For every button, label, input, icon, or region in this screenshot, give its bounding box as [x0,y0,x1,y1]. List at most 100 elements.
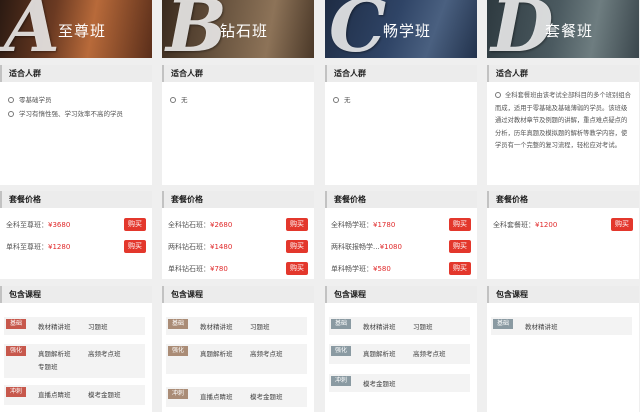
price-panel: 套餐价格 全科至尊班：¥3680 购买 单科至尊班：¥1280 购买 [0,191,152,279]
plan-column-d: D 套餐班适合人群全科套餐班由该考试全部科目的多个班别组合而成，适用于零基础及基础… [487,0,639,412]
price-label: 全科畅学班： [331,221,373,229]
bullet-icon [495,92,501,98]
plan-column-a: A 至尊班 适合人群 零基础学员 学习有惰性强、学习效率不高的学员 套餐价格 全科至尊班：¥… [0,0,152,412]
price-heading: 套餐价格 [487,191,639,208]
course-name[interactable]: 高频考点班 [413,348,446,358]
plan-letter-logo: B [166,0,227,58]
price-row: 两科钻石班：¥1480 [168,242,232,252]
course-name[interactable]: 真题解析班 [200,348,233,358]
course-level-tag: 基础 [168,319,188,329]
audience-panel: 适合人群 零基础学员 学习有惰性强、学习效率不高的学员 [0,65,152,185]
course-name[interactable]: 直播点睛班 [200,391,233,401]
buy-button[interactable]: 购买 [611,218,633,231]
price-value: ¥780 [210,265,228,273]
course-name[interactable]: 真题解析班 [38,348,71,358]
course-level-tag: 强化 [6,346,26,356]
bullet-icon [8,111,14,117]
price-label: 两科钻石班： [168,243,210,251]
course-level-tag: 冲刺 [168,389,188,399]
plan-banner: B 钻石班 [162,0,314,58]
audience-panel: 适合人群全科套餐班由该考试全部科目的多个班别组合而成，适用于零基础及基础薄弱的学… [487,65,639,185]
price-row: 全科畅学班：¥1780 [331,220,395,230]
audience-item: 无 [333,94,351,104]
price-heading: 套餐价格 [0,191,152,208]
plan-banner: A 至尊班 [0,0,152,58]
course-row: 冲刺 模考金题班 [329,374,470,392]
audience-text: 学习有惰性强、学习效率不高的学员 [19,110,123,118]
course-name[interactable]: 教材精讲班 [38,321,71,331]
price-value: ¥3680 [48,221,71,229]
buy-button[interactable]: 购买 [286,240,308,253]
buy-button[interactable]: 购买 [124,218,146,231]
course-name[interactable]: 模考金题班 [363,378,396,388]
audience-item: 零基础学员 [8,94,52,104]
price-row: 全科钻石班：¥2680 [168,220,232,230]
buy-button[interactable]: 购买 [449,240,471,253]
plan-banner: C 畅学班 [325,0,477,58]
course-name[interactable]: 高频考点班 [88,348,121,358]
plan-letter-logo: A [4,0,60,58]
course-level-tag: 基础 [6,319,26,329]
price-label: 单科至尊班： [6,243,48,251]
course-name[interactable]: 习题班 [250,321,270,331]
plan-banner: D 套餐班 [487,0,639,58]
course-row: 强化 真题解析班 高频考点班 [329,344,470,364]
course-name[interactable]: 高频考点班 [250,348,283,358]
audience-heading: 适合人群 [487,65,639,82]
course-name[interactable]: 模考金题班 [250,391,283,401]
courses-panel: 包含课程基础 教材精讲班 习题班强化 真题解析班 高频考点班专题班冲刺 直播点睛班 模考金题… [0,286,152,412]
buy-button[interactable]: 购买 [124,240,146,253]
audience-panel: 适合人群无 [162,65,314,185]
courses-panel: 包含课程 基础 教材精讲班 [487,286,639,412]
plan-letter-logo: C [329,0,387,58]
audience-text: 无 [344,96,351,104]
course-level-tag: 强化 [168,346,188,356]
price-label: 单科畅学班： [331,265,373,273]
course-level-tag: 冲刺 [331,376,351,386]
price-panel: 套餐价格 全科畅学班：¥1780 购买 两科联报畅学...¥1080 购买 单科畅学班：¥… [325,191,477,279]
course-name[interactable]: 直播点睛班 [38,389,71,399]
price-heading: 套餐价格 [325,191,477,208]
price-label: 单科钻石班： [168,265,210,273]
plan-title: 钻石班 [220,22,269,40]
courses-panel: 包含课程基础 教材精讲班 习题班强化 真题解析班 高频考点班冲刺 直播点睛班 模考金题班 [162,286,314,412]
course-row: 基础 教材精讲班 习题班 [4,317,145,335]
price-value: ¥1480 [210,243,233,251]
plan-title: 至尊班 [58,22,107,40]
price-panel: 套餐价格 全科钻石班：¥2680 购买 两科钻石班：¥1480 购买 单科钻石班：¥780… [162,191,314,279]
course-name[interactable]: 专题班 [38,361,58,371]
course-name[interactable]: 习题班 [413,321,433,331]
course-level-tag: 基础 [493,319,513,329]
course-name[interactable]: 真题解析班 [363,348,396,358]
course-name[interactable]: 教材精讲班 [363,321,396,331]
course-row: 基础 教材精讲班 [491,317,632,335]
bullet-icon [333,97,339,103]
courses-heading: 包含课程 [0,286,152,303]
bullet-icon [8,97,14,103]
courses-heading: 包含课程 [162,286,314,303]
audience-panel: 适合人群无 [325,65,477,185]
course-level-tag: 基础 [331,319,351,329]
course-name[interactable]: 模考金题班 [88,389,121,399]
plan-title: 畅学班 [383,22,432,40]
price-row: 单科钻石班：¥780 [168,264,228,274]
audience-heading: 适合人群 [325,65,477,82]
buy-button[interactable]: 购买 [286,262,308,275]
audience-text: 全科套餐班由该考试全部科目的多个班别组合而成，适用于零基础及基础薄弱的学员。该班… [495,92,631,149]
price-label: 全科套餐班： [493,221,535,229]
audience-heading: 适合人群 [162,65,314,82]
course-name[interactable]: 教材精讲班 [200,321,233,331]
buy-button[interactable]: 购买 [286,218,308,231]
plan-title: 套餐班 [545,22,594,40]
course-level-tag: 强化 [331,346,351,356]
price-label: 全科钻石班： [168,221,210,229]
buy-button[interactable]: 购买 [449,218,471,231]
price-row: 全科套餐班：¥1200 [493,220,557,230]
course-name[interactable]: 教材精讲班 [525,321,558,331]
audience-text: 零基础学员 [19,96,52,104]
buy-button[interactable]: 购买 [449,262,471,275]
course-row: 强化 真题解析班 高频考点班专题班 [4,344,145,378]
course-level-tag: 冲刺 [6,387,26,397]
price-value: ¥1080 [379,243,402,251]
course-name[interactable]: 习题班 [88,321,108,331]
